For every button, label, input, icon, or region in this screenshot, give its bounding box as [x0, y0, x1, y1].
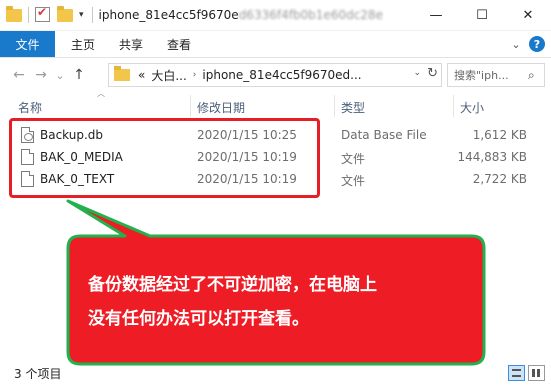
up-button[interactable]: ↑	[68, 63, 90, 87]
maximize-button[interactable]: ☐	[459, 0, 505, 31]
file-size: 144,883 KB	[457, 150, 527, 164]
address-dropdown-icon[interactable]: ⌄	[413, 68, 421, 78]
column-type[interactable]: 类型	[341, 99, 365, 116]
view-toggle	[505, 365, 545, 381]
chevron-down-icon[interactable]: ⌄	[507, 35, 525, 53]
properties-icon[interactable]	[35, 5, 51, 23]
close-button[interactable]: ✕	[505, 0, 551, 31]
highlight-box	[9, 118, 320, 198]
tab-home[interactable]: 主页	[55, 31, 107, 57]
column-date[interactable]: 修改日期	[197, 99, 245, 116]
details-view-button[interactable]	[508, 365, 525, 381]
search-icon[interactable]: ⌕	[528, 68, 544, 83]
file-type: 文件	[341, 152, 366, 166]
callout-line-1: 备份数据经过了不可逆加密，在电脑上	[88, 275, 377, 295]
search-box[interactable]: 搜索"iph... ⌕	[447, 63, 545, 87]
column-divider[interactable]	[453, 95, 454, 117]
breadcrumb-segment[interactable]: iphone_81e4cc5f9670ed...	[202, 68, 361, 82]
breadcrumb-separator-icon[interactable]: ›	[193, 70, 197, 80]
ribbon-right-controls: ⌄ ?	[507, 31, 551, 57]
ribbon-tabs: 文件 主页 共享 查看 ⌄ ?	[0, 31, 551, 58]
quick-access-toolbar: ▾	[0, 0, 99, 31]
toolbar-divider	[28, 7, 29, 23]
back-button[interactable]: ←	[8, 63, 30, 87]
file-size: 1,612 KB	[472, 128, 527, 142]
callout-line-2: 没有任何办法可以打开查看。	[88, 309, 309, 329]
column-divider[interactable]	[190, 95, 191, 117]
address-bar[interactable]: « 大白... › iphone_81e4cc5f9670ed... ⌄ ↻	[108, 63, 442, 87]
callout-text: 备份数据经过了不可逆加密，在电脑上 没有任何办法可以打开查看。	[88, 268, 468, 336]
folder-icon	[114, 66, 130, 81]
help-icon[interactable]: ?	[529, 36, 545, 52]
search-input[interactable]: 搜索"iph...	[454, 67, 528, 83]
minimize-button[interactable]: —	[413, 0, 459, 31]
status-bar: 3 个项目	[0, 362, 551, 385]
large-icons-view-button[interactable]	[528, 365, 545, 381]
forward-button[interactable]: →	[30, 63, 52, 87]
column-name[interactable]: 名称	[18, 99, 42, 116]
details-view-icon	[512, 369, 521, 377]
new-folder-icon[interactable]	[57, 6, 73, 23]
tab-file[interactable]: 文件	[0, 31, 55, 57]
folder-icon	[6, 6, 22, 23]
tab-view[interactable]: 查看	[155, 31, 203, 57]
column-divider[interactable]	[334, 95, 335, 117]
file-type: 文件	[341, 174, 366, 188]
item-count: 3 个项目	[14, 367, 62, 381]
window-title: iphone_81e4cc5f9670ed6336f4fb0b1e60dc28e	[99, 8, 399, 22]
tab-share[interactable]: 共享	[107, 31, 155, 57]
column-headers: 名称 修改日期 类型 大小	[0, 93, 551, 119]
breadcrumb-segment[interactable]: 大白...	[151, 67, 186, 84]
navigation-bar: ← → ⌄ ↑ « 大白... › iphone_81e4cc5f9670ed.…	[0, 58, 551, 92]
recent-locations-button[interactable]: ⌄	[52, 63, 68, 87]
window-controls: — ☐ ✕	[413, 0, 551, 31]
file-type: Data Base File	[341, 128, 427, 142]
customize-toolbar-icon[interactable]: ▾	[79, 10, 84, 20]
title-bar: ▾ iphone_81e4cc5f9670ed6336f4fb0b1e60dc2…	[0, 0, 551, 31]
toolbar-divider	[91, 7, 93, 23]
refresh-icon[interactable]: ↻	[427, 66, 438, 81]
file-size: 2,722 KB	[472, 172, 527, 186]
column-size[interactable]: 大小	[460, 99, 484, 116]
address-overflow[interactable]: «	[138, 68, 145, 82]
large-icons-view-icon	[532, 369, 541, 377]
window-title-blurred: d6336f4fb0b1e60dc28e	[238, 8, 383, 22]
window-title-text: iphone_81e4cc5f9670e	[98, 8, 239, 22]
